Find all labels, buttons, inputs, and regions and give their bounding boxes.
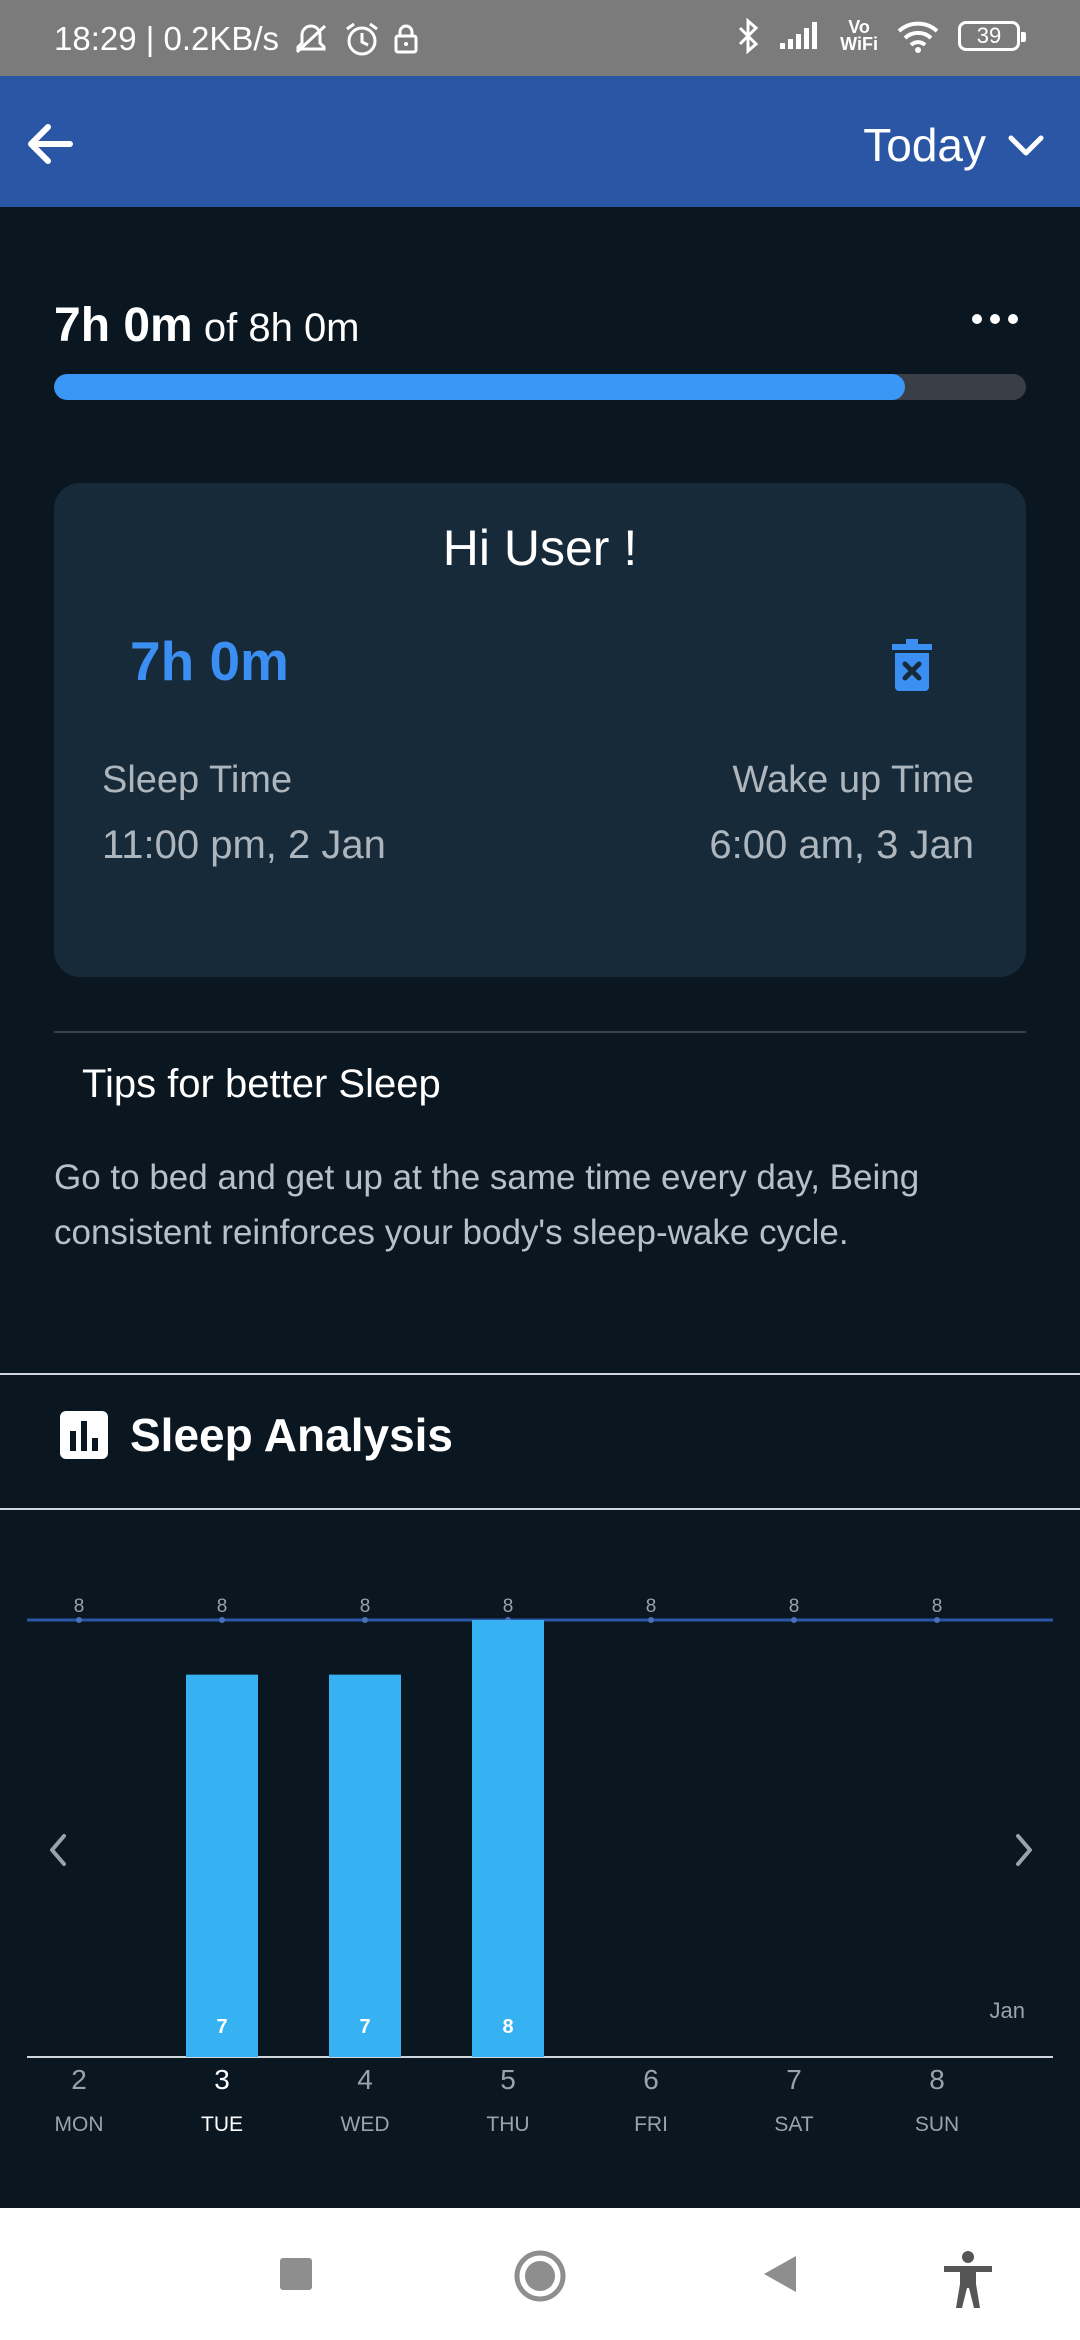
next-week-button[interactable] [1006, 1826, 1042, 1874]
section-divider [0, 1508, 1080, 1510]
battery-level: 39 [976, 23, 1002, 48]
date-label: 4 [357, 2064, 373, 2095]
goal-marker [219, 1617, 225, 1623]
home-button[interactable] [512, 2250, 568, 2307]
sleep-analysis-header: Sleep Analysis [60, 1408, 453, 1462]
weekday-label: TUE [201, 2113, 243, 2136]
more-dot [972, 314, 982, 324]
wifi-icon [896, 19, 940, 53]
mute-icon [291, 22, 331, 56]
date-label: 2 [71, 2064, 87, 2095]
bar-value-label: 7 [216, 2016, 227, 2038]
sleep-duration: 7h 0m [130, 630, 289, 692]
more-options-button[interactable] [972, 314, 1018, 324]
sleep-record-card: Hi User ! 7h 0m Sleep Time 11:00 pm, 2 J… [54, 483, 1026, 977]
bar-value-label: 8 [502, 2016, 513, 2038]
weekday-label: SAT [774, 2113, 813, 2136]
sleep-bar [329, 1674, 401, 2057]
section-divider [0, 1373, 1080, 1375]
goal-marker [648, 1617, 654, 1623]
vowifi-bottom: WiFi [840, 34, 878, 54]
goal-achieved: 7h 0m [54, 299, 193, 352]
accessibility-icon [944, 2251, 992, 2308]
status-right: Vo WiFi 39 [736, 18, 1026, 54]
chart-canvas: 8 2 MON 8 7 3 TUE 8 7 4 WED 8 8 5 THU 8 6 FRI 8 7 SAT 8 8 SUN Ja… [27, 1596, 1053, 2136]
battery-indicator: 39 [958, 21, 1026, 51]
date-label: 7 [786, 2064, 802, 2095]
back-nav-button[interactable] [760, 2250, 800, 2303]
bluetooth-icon [736, 18, 760, 54]
sleep-goal-summary: 7h 0m of 8h 0m [54, 298, 360, 353]
lock-icon [393, 23, 419, 55]
date-label: 6 [643, 2064, 659, 2095]
weekday-label: SUN [915, 2113, 959, 2136]
greeting: Hi User ! [442, 520, 638, 576]
sleep-bar [472, 1620, 544, 2057]
month-label: Jan [990, 1998, 1025, 2023]
accessibility-button[interactable] [940, 2250, 996, 2315]
sleep-bar-chart: 8 2 MON 8 7 3 TUE 8 7 4 WED 8 8 5 THU 8 6 FRI 8 7 SAT 8 8 SUN Ja… [0, 1540, 1080, 2160]
goal-label: 8 [503, 1596, 514, 1617]
goal-label: 8 [646, 1596, 657, 1617]
date-label: 3 [214, 2064, 230, 2095]
delete-icon [892, 639, 932, 691]
chevron-left-icon [50, 1834, 66, 1866]
date-label: 8 [929, 2064, 945, 2095]
date-label: 5 [500, 2064, 516, 2095]
goal-progress-fill [54, 374, 905, 400]
previous-week-button[interactable] [40, 1826, 76, 1874]
goal-label: 8 [789, 1596, 800, 1617]
bar-chart-icon [60, 1411, 108, 1459]
wake-time-label: Wake up Time [732, 759, 974, 801]
delete-button[interactable] [892, 639, 932, 691]
goal-marker [362, 1617, 368, 1623]
tips-text: Go to bed and get up at the same time ev… [54, 1158, 920, 1252]
status-bar: 18:29 | 0.2KB/s Vo WiFi 39 [0, 0, 1080, 76]
recents-button[interactable] [278, 2250, 314, 2303]
sleep-time-label: Sleep Time [102, 759, 293, 801]
vowifi-icon: Vo WiFi [840, 18, 878, 54]
back-button[interactable] [20, 114, 80, 174]
circle-icon [514, 2250, 566, 2302]
goal-marker [76, 1617, 82, 1623]
chevron-right-icon [1016, 1834, 1032, 1866]
back-arrow-icon [28, 124, 73, 164]
square-icon [280, 2258, 312, 2290]
sleep-time-value: 11:00 pm, 2 Jan [102, 823, 386, 867]
triangle-back-icon [764, 2256, 796, 2292]
alarm-icon [343, 21, 381, 57]
divider [54, 1031, 1026, 1033]
period-dropdown[interactable]: Today [863, 118, 1044, 172]
app-bar: Today [0, 76, 1080, 207]
tips-title: Tips for better Sleep [82, 1062, 441, 1106]
status-time-speed: 18:29 | 0.2KB/s [54, 20, 280, 57]
goal-marker [934, 1617, 940, 1623]
more-dot [990, 314, 1000, 324]
goal-label: 8 [74, 1596, 85, 1617]
chevron-down-icon [1008, 135, 1044, 156]
status-left: 18:29 | 0.2KB/s [54, 20, 419, 58]
wake-time-value: 6:00 am, 3 Jan [709, 823, 974, 867]
goal-target: of 8h 0m [203, 306, 360, 350]
weekday-label: FRI [634, 2113, 668, 2136]
goal-label: 8 [932, 1596, 943, 1617]
bar-value-label: 7 [359, 2016, 370, 2038]
sleep-bar [186, 1674, 258, 2057]
weekday-label: MON [55, 2113, 104, 2136]
goal-label: 8 [360, 1596, 371, 1617]
more-dot [1008, 314, 1018, 324]
goal-label: 8 [217, 1596, 228, 1617]
period-label: Today [863, 119, 986, 171]
weekday-label: WED [341, 2113, 390, 2136]
weekday-label: THU [486, 2113, 529, 2136]
goal-progress-bar [54, 374, 1026, 400]
signal-icon [778, 21, 822, 51]
goal-marker [791, 1617, 797, 1623]
system-navigation-bar [0, 2208, 1080, 2340]
sleep-analysis-title: Sleep Analysis [130, 1409, 454, 1461]
